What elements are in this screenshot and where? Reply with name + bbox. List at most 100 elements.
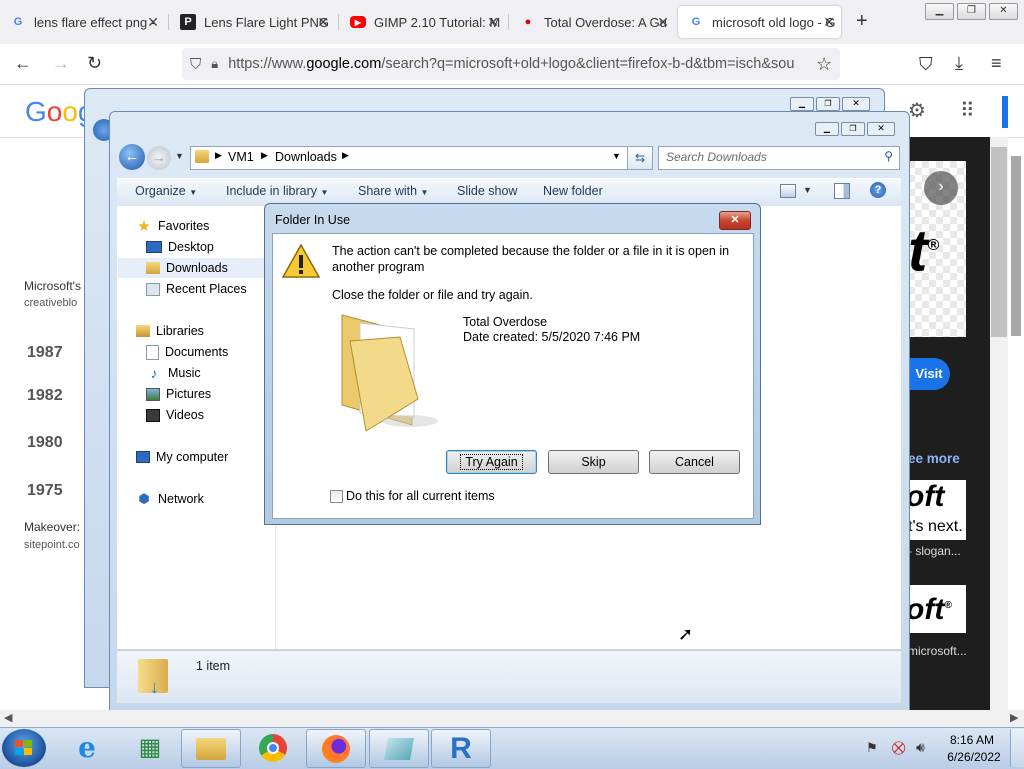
- try-again-button[interactable]: Try Again: [446, 450, 537, 474]
- lock-icon[interactable]: 🔒︎: [211, 56, 218, 72]
- organize-menu[interactable]: Organize ▼: [135, 184, 197, 198]
- address-dropdown-icon[interactable]: ▼: [612, 151, 621, 161]
- shield-icon[interactable]: ⛉: [190, 56, 201, 73]
- tab-lens-flare[interactable]: G lens flare effect png - ✕: [0, 6, 165, 38]
- refresh-icon[interactable]: ⇆: [627, 146, 653, 170]
- close-button[interactable]: ✕: [842, 97, 870, 111]
- tab-gimp-tutorial[interactable]: ▶ GIMP 2.10 Tutorial: M ✕: [340, 6, 505, 38]
- search-icon[interactable]: ⚲: [884, 149, 893, 163]
- tab-microsoft-old-logo[interactable]: G microsoft old logo - G ✕: [678, 6, 841, 38]
- forward-arrow-icon[interactable]: →: [147, 146, 171, 170]
- scroll-left-icon[interactable]: ◀: [4, 711, 12, 724]
- nav-pictures[interactable]: Pictures: [146, 385, 211, 403]
- breadcrumb-separator-icon[interactable]: ▶: [342, 150, 349, 161]
- nav-videos[interactable]: Videos: [146, 406, 204, 424]
- related-caption[interactable]: - slogan...: [908, 544, 961, 558]
- nav-documents[interactable]: Documents: [146, 343, 228, 361]
- view-dropdown-icon[interactable]: ▼: [803, 185, 812, 195]
- breadcrumb-separator-icon[interactable]: ▶: [215, 150, 222, 161]
- next-image-icon[interactable]: ›: [924, 171, 958, 205]
- show-desktop-button[interactable]: [1010, 729, 1024, 767]
- minimize-button[interactable]: ▁: [925, 3, 954, 20]
- close-button[interactable]: ✕: [867, 122, 895, 136]
- share-with-menu[interactable]: Share with ▼: [358, 184, 428, 198]
- result-title[interactable]: Microsoft's: [24, 279, 81, 293]
- breadcrumb-downloads[interactable]: Downloads: [275, 150, 337, 164]
- clock-date[interactable]: 6/26/2022: [944, 750, 1004, 764]
- recent-pages-dropdown-icon[interactable]: ▼: [175, 151, 184, 161]
- minimize-button[interactable]: ▁: [790, 97, 814, 111]
- reload-icon[interactable]: ↻: [87, 53, 102, 74]
- nav-desktop[interactable]: Desktop: [146, 238, 214, 256]
- new-folder-button[interactable]: New folder: [543, 184, 603, 198]
- related-image[interactable]: oft®: [908, 585, 966, 633]
- close-tab-icon[interactable]: ✕: [147, 14, 159, 31]
- breadcrumb-separator-icon[interactable]: ▶: [261, 150, 268, 161]
- minimize-button[interactable]: ▁: [815, 122, 839, 136]
- cancel-button[interactable]: Cancel: [649, 450, 740, 474]
- close-tab-icon[interactable]: ✕: [657, 14, 669, 31]
- close-tab-icon[interactable]: ✕: [823, 14, 835, 31]
- close-tab-icon[interactable]: ✕: [487, 14, 499, 31]
- url-bar[interactable]: ⛉ 🔒︎ https://www. google.com/search?q=mic…: [182, 48, 840, 80]
- taskbar-firefox[interactable]: [306, 729, 366, 768]
- network-status-icon[interactable]: ⛒: [892, 740, 905, 756]
- nav-downloads[interactable]: Downloads: [146, 259, 228, 277]
- download-icon[interactable]: ⤓: [955, 53, 963, 74]
- new-tab-button[interactable]: +: [856, 10, 868, 33]
- menu-icon[interactable]: ≡: [991, 53, 1002, 74]
- close-button[interactable]: ✕: [989, 3, 1018, 20]
- nav-network[interactable]: ⬢ Network: [136, 490, 204, 508]
- apply-all-label[interactable]: Do this for all current items: [346, 489, 495, 503]
- taskbar-chrome[interactable]: [244, 729, 302, 766]
- skip-button[interactable]: Skip: [548, 450, 639, 474]
- related-image[interactable]: oft t's next.: [908, 480, 966, 540]
- taskbar-explorer[interactable]: [181, 729, 241, 768]
- slide-show-button[interactable]: Slide show: [457, 184, 517, 198]
- include-in-library-menu[interactable]: Include in library ▼: [226, 184, 328, 198]
- tab-lens-flare-png[interactable]: P Lens Flare Light PNG ✕: [170, 6, 335, 38]
- taskbar-internet-explorer[interactable]: e: [58, 729, 116, 766]
- horizontal-scrollbar[interactable]: ◀ ▶: [0, 710, 1024, 727]
- back-arrow-icon[interactable]: ←: [119, 144, 145, 170]
- apps-grid-icon[interactable]: ⠿: [960, 98, 975, 123]
- view-options-icon[interactable]: [780, 184, 796, 198]
- see-more-link[interactable]: ee more: [908, 451, 960, 466]
- action-center-icon[interactable]: ⚑: [866, 740, 878, 756]
- address-bar[interactable]: ▶ VM1 ▶ Downloads ▶ ▼: [190, 146, 628, 170]
- maximize-button[interactable]: ❐: [816, 97, 840, 111]
- nav-recent-places[interactable]: Recent Places: [146, 280, 247, 298]
- help-icon[interactable]: ?: [870, 182, 886, 198]
- taskbar-r-app[interactable]: R: [431, 729, 491, 768]
- page-scrollbar[interactable]: [990, 137, 1008, 710]
- tab-total-overdose[interactable]: ● Total Overdose: A Gu ✕: [510, 6, 675, 38]
- clock-time[interactable]: 8:16 AM: [944, 733, 1000, 747]
- preview-pane-icon[interactable]: [834, 183, 850, 199]
- apply-all-checkbox[interactable]: [330, 490, 343, 503]
- nav-music[interactable]: ♪ Music: [146, 364, 201, 382]
- back-icon[interactable]: ←: [14, 53, 32, 74]
- forward-icon[interactable]: →: [52, 53, 70, 74]
- scrollbar-thumb[interactable]: [1011, 156, 1021, 336]
- settings-gear-icon[interactable]: ⚙: [908, 98, 926, 123]
- nav-my-computer[interactable]: My computer: [136, 448, 228, 466]
- bookmark-star-icon[interactable]: ☆: [816, 54, 832, 75]
- dialog-close-button[interactable]: ✕: [719, 211, 751, 230]
- scroll-right-icon[interactable]: ▶: [1010, 711, 1018, 724]
- volume-icon[interactable]: 🔊︎: [916, 739, 925, 756]
- start-button[interactable]: [2, 729, 46, 767]
- result-title[interactable]: Makeover:: [24, 520, 80, 534]
- restore-button[interactable]: ❐: [957, 3, 986, 20]
- pocket-icon[interactable]: ⛉: [919, 54, 933, 75]
- search-input[interactable]: Search Downloads ⚲: [658, 146, 900, 170]
- maximize-button[interactable]: ❐: [841, 122, 865, 136]
- close-tab-icon[interactable]: ✕: [317, 14, 329, 31]
- sign-in-button[interactable]: [1002, 96, 1008, 128]
- nav-libraries[interactable]: Libraries: [136, 322, 204, 340]
- visit-button[interactable]: Visit: [908, 358, 950, 390]
- related-caption[interactable]: microsoft...: [908, 644, 967, 658]
- breadcrumb-vm1[interactable]: VM1: [228, 150, 254, 164]
- nav-favorites[interactable]: ★ Favorites: [136, 217, 209, 235]
- taskbar-notepad[interactable]: [369, 729, 429, 768]
- taskbar-app[interactable]: ▦: [121, 729, 179, 766]
